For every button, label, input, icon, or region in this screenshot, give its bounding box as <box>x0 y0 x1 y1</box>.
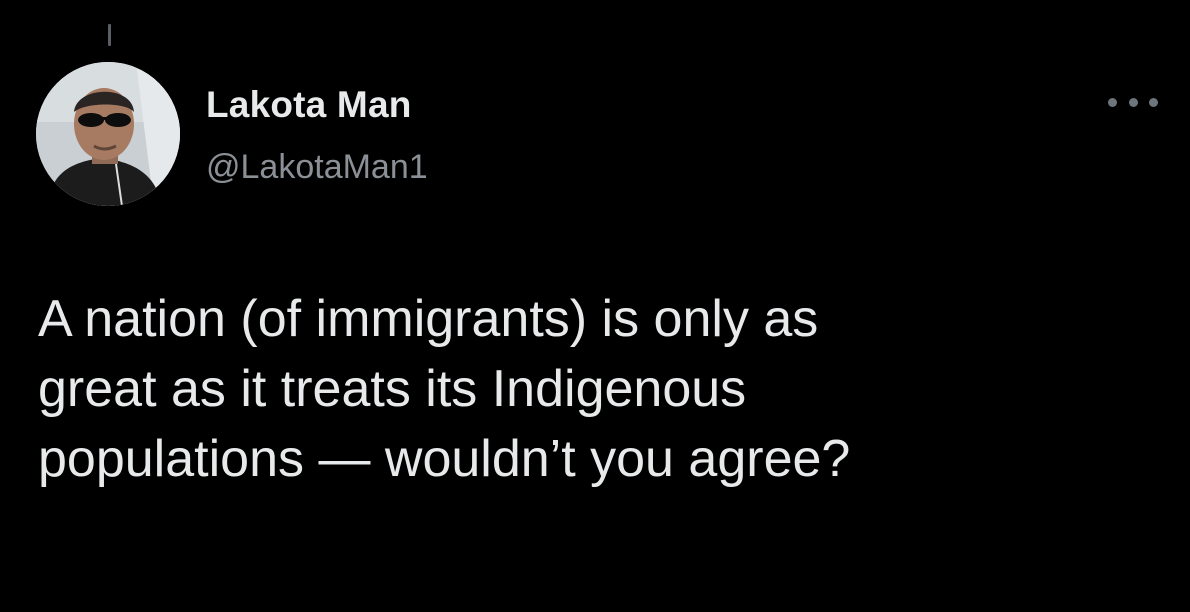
more-dot <box>1108 97 1117 107</box>
avatar-photo <box>36 62 180 206</box>
tweet-text: A nation (of immigrants) is only as grea… <box>38 284 1158 494</box>
more-dot <box>1128 97 1138 107</box>
more-dot <box>1149 97 1158 107</box>
more-options-icon[interactable] <box>1108 92 1158 112</box>
tweet-text-line: A nation (of immigrants) is only as <box>38 290 819 348</box>
author-handle[interactable]: @LakotaMan1 <box>206 148 428 187</box>
author-display-name[interactable]: Lakota Man <box>206 84 412 126</box>
tweet-text-line: populations — wouldn’t you agree? <box>38 430 851 488</box>
author-avatar[interactable] <box>36 62 180 206</box>
tweet-text-line: great as it treats its Indigenous <box>38 360 747 418</box>
thread-connector-line <box>108 24 111 46</box>
